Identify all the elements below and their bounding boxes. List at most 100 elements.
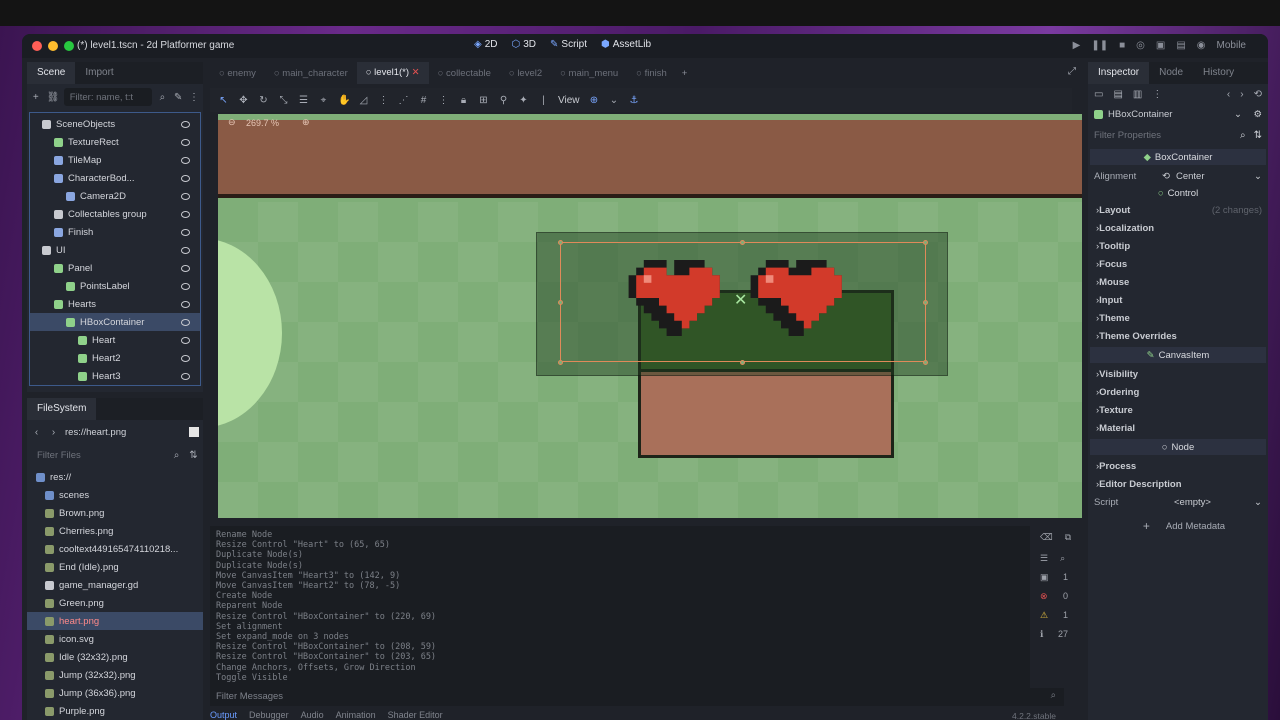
tab-node[interactable]: Node (1149, 62, 1193, 84)
move-tool-icon[interactable]: ✥ (238, 95, 249, 106)
file-item[interactable]: Idle (32x32).png (27, 648, 203, 666)
more-options-icon[interactable]: ⋮ (189, 92, 199, 103)
zoom-level[interactable]: 269.7 % (246, 118, 279, 128)
visibility-icon[interactable] (181, 282, 190, 290)
property-group[interactable]: › Input (1088, 291, 1268, 309)
inspector-object-selector[interactable]: HBoxContainer ⌄ ⚙ (1088, 105, 1268, 123)
scene-node[interactable]: Heart2 (30, 349, 200, 367)
scene-tab[interactable]: ○ level1(*) ✕ (356, 62, 429, 84)
list-icon[interactable]: ☰ (298, 95, 309, 106)
visibility-icon[interactable] (181, 246, 190, 254)
tab-import[interactable]: Import (75, 62, 123, 84)
chevron-down-icon[interactable]: ⌄ (1254, 171, 1262, 182)
search-icon[interactable]: ⌕ (1060, 553, 1065, 564)
output-log[interactable]: Rename Node Resize Control "Heart" to (65… (210, 526, 1030, 688)
resize-handle[interactable] (558, 240, 563, 245)
file-item[interactable]: res:// (27, 468, 203, 486)
close-tab-icon[interactable]: ✕ (409, 67, 420, 78)
visibility-icon[interactable] (181, 300, 190, 308)
more-icon[interactable]: ⋮ (378, 95, 389, 106)
skeleton-icon[interactable]: ⚲ (498, 95, 509, 106)
scene-tab[interactable]: ○ main_character (265, 68, 357, 79)
zoom-in-icon[interactable]: ⊕ (302, 117, 310, 128)
scene-node[interactable]: TextureRect (30, 133, 200, 151)
property-group[interactable]: › Texture (1088, 401, 1268, 419)
file-item[interactable]: End (Idle).png (27, 558, 203, 576)
stop-icon[interactable]: ■ (1119, 40, 1125, 51)
alignment-dropdown[interactable]: Center (1176, 171, 1205, 182)
filter-messages-toggle[interactable]: ▣ 1 (1032, 568, 1076, 587)
filter-info-toggle[interactable]: ℹ 27 (1032, 625, 1076, 644)
scene-tab[interactable]: ○ level2 (500, 68, 551, 79)
ruler-tool-icon[interactable]: ◿ (358, 95, 369, 106)
zoom-window-button[interactable] (64, 41, 74, 51)
mode-2d-button[interactable]: ◈ 2D (474, 39, 498, 50)
resize-handle[interactable] (740, 360, 745, 365)
tab-filesystem[interactable]: FileSystem (27, 398, 97, 420)
scene-node[interactable]: Hearts (30, 295, 200, 313)
link-icon[interactable]: ⛓ (47, 92, 60, 103)
mode-3d-button[interactable]: ⬡ 3D (512, 39, 537, 50)
pause-icon[interactable]: ❚❚ (1091, 40, 1108, 51)
property-group[interactable]: › Visibility (1088, 365, 1268, 383)
visibility-icon[interactable] (181, 192, 190, 200)
filesystem-filter-input[interactable]: Filter Files (31, 446, 165, 464)
node-section[interactable]: ○ Node (1090, 439, 1266, 455)
minimize-window-button[interactable] (48, 41, 58, 51)
visibility-icon[interactable] (181, 318, 190, 326)
close-window-button[interactable] (32, 41, 42, 51)
bottom-tab[interactable]: Animation (336, 710, 376, 720)
sort-icon[interactable]: ⇅ (188, 450, 199, 461)
scene-tab[interactable]: ○ main_menu (551, 68, 627, 79)
file-item[interactable]: Purple.png (27, 702, 203, 720)
scene-tab[interactable]: ○ enemy (210, 68, 265, 79)
script-attach-icon[interactable]: ✎ (173, 92, 183, 103)
tab-inspector[interactable]: Inspector (1088, 62, 1150, 84)
filter-messages-input[interactable]: Filter Messages ⌕ (210, 688, 1064, 706)
scene-node[interactable]: SceneObjects (30, 115, 200, 133)
visibility-icon[interactable] (181, 336, 190, 344)
sort-icon[interactable]: ⇅ (1254, 130, 1262, 141)
property-group[interactable]: › Focus (1088, 255, 1268, 273)
bottom-tab[interactable]: Audio (301, 710, 324, 720)
chevron-down-icon[interactable]: ⌄ (609, 95, 620, 106)
mode-assetlib-button[interactable]: ⬢ AssetLib (601, 39, 651, 50)
play-custom-icon[interactable]: ▤ (1176, 40, 1185, 51)
property-group[interactable]: › Material (1088, 419, 1268, 437)
visibility-icon[interactable] (181, 228, 190, 236)
back-icon[interactable]: ‹ (1227, 89, 1230, 100)
file-item[interactable]: Jump (36x36).png (27, 684, 203, 702)
visibility-icon[interactable] (181, 156, 190, 164)
resize-handle[interactable] (558, 360, 563, 365)
tab-scene[interactable]: Scene (27, 62, 76, 84)
scene-tab[interactable]: ○ finish (627, 68, 676, 79)
file-item[interactable]: cooltext449165474110218... (27, 540, 203, 558)
zoom-out-icon[interactable]: ⊖ (228, 117, 236, 128)
play-scene-icon[interactable]: ▣ (1156, 40, 1165, 51)
clear-icon[interactable]: ⌫ (1040, 532, 1053, 543)
visibility-icon[interactable] (181, 174, 190, 182)
scene-filter-input[interactable]: Filter: name, t:t (63, 88, 152, 106)
collapse-icon[interactable]: ☰ (1040, 553, 1048, 564)
scene-node[interactable]: UI (30, 241, 200, 259)
view-menu[interactable]: View (558, 95, 580, 106)
more-icon[interactable]: ⋮ (438, 95, 449, 106)
file-item[interactable]: scenes (27, 486, 203, 504)
control-section[interactable]: ○ Control (1088, 185, 1268, 201)
scene-node[interactable]: Heart3 (30, 367, 200, 385)
pivot-icon[interactable]: ⌖ (318, 95, 329, 106)
scene-node[interactable]: Panel (30, 259, 200, 277)
property-group[interactable]: › Theme Overrides (1088, 327, 1268, 345)
bone-icon[interactable]: ✦ (518, 95, 529, 106)
file-item[interactable]: Green.png (27, 594, 203, 612)
resize-handle[interactable] (923, 300, 928, 305)
rotate-tool-icon[interactable]: ↻ (258, 95, 269, 106)
chevron-down-icon[interactable]: ⌄ (1254, 497, 1262, 508)
scale-tool-icon[interactable]: ⤡ (278, 95, 289, 106)
resize-handle[interactable] (923, 240, 928, 245)
visibility-icon[interactable] (181, 120, 190, 128)
group-icon[interactable]: ⊞ (478, 95, 489, 106)
play-icon[interactable]: ▶ (1073, 40, 1081, 51)
pivot-icon[interactable]: ✕ (734, 290, 747, 310)
resize-handle[interactable] (923, 360, 928, 365)
